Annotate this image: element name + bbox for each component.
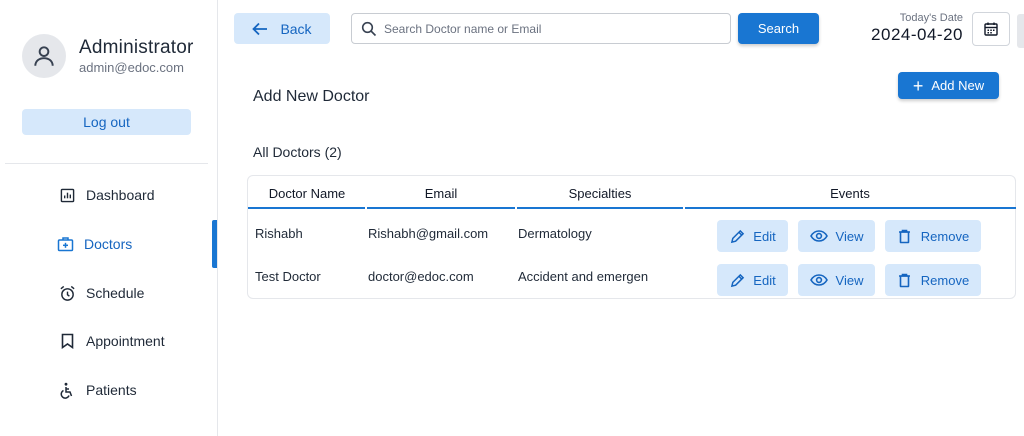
alarm-clock-icon <box>58 284 76 302</box>
sidebar-item-schedule[interactable]: Schedule <box>0 269 217 317</box>
sidebar-divider <box>5 163 208 164</box>
medical-bag-icon <box>56 235 74 253</box>
doctor-specialty: Dermatology <box>518 226 592 241</box>
bookmark-icon <box>58 332 76 350</box>
sidebar-item-doctors[interactable]: Doctors <box>0 220 217 268</box>
edge-shadow <box>1017 14 1024 48</box>
edit-button[interactable]: Edit <box>717 220 788 252</box>
doctor-email: doctor@edoc.com <box>368 269 474 284</box>
today-label: Today's Date <box>899 12 963 24</box>
sidebar-item-appointment[interactable]: Appointment <box>0 317 217 365</box>
doctor-email: Rishabh@gmail.com <box>368 226 489 241</box>
sidebar-item-label: Patients <box>86 382 137 398</box>
search-box <box>351 13 731 44</box>
column-header-specialties: Specialties <box>568 186 632 201</box>
header-underline <box>248 207 365 209</box>
admin-email: admin@edoc.com <box>79 60 184 75</box>
calendar-button[interactable] <box>972 12 1010 46</box>
search-icon <box>361 21 377 36</box>
edit-button[interactable]: Edit <box>717 264 788 296</box>
back-label: Back <box>280 20 312 37</box>
header-underline <box>367 207 515 209</box>
remove-label: Remove <box>920 228 970 244</box>
view-label: View <box>835 272 864 288</box>
dashboard-icon <box>58 186 76 204</box>
remove-label: Remove <box>920 272 970 288</box>
back-button[interactable]: Back <box>234 13 330 44</box>
edit-label: Edit <box>753 228 776 244</box>
profile: Administrator admin@edoc.com <box>22 34 194 78</box>
doctors-table: Doctor Name Email Specialties Events Ris… <box>247 175 1016 299</box>
pencil-icon <box>729 228 745 244</box>
add-new-label: Add New <box>931 78 985 93</box>
add-new-button[interactable]: + Add New <box>898 72 999 99</box>
pencil-icon <box>729 272 745 288</box>
logout-button[interactable]: Log out <box>22 109 191 135</box>
column-header-events: Events <box>830 186 870 201</box>
view-button[interactable]: View <box>798 264 875 296</box>
doctor-name: Rishabh <box>255 226 303 241</box>
admin-name: Administrator <box>79 37 194 58</box>
search-input[interactable] <box>384 21 714 36</box>
eye-icon <box>809 228 828 244</box>
header-underline <box>517 207 683 209</box>
avatar <box>22 34 66 78</box>
view-label: View <box>835 228 864 244</box>
doctor-specialty: Accident and emergen <box>518 269 649 284</box>
trash-icon <box>897 228 913 244</box>
page-title: Add New Doctor <box>253 88 370 105</box>
header-underline <box>685 207 1016 209</box>
today-date: 2024-04-20 <box>871 25 963 44</box>
user-icon <box>34 46 54 66</box>
sidebar-item-label: Schedule <box>86 285 145 301</box>
doctor-name: Test Doctor <box>255 269 321 284</box>
sidebar-item-label: Doctors <box>84 236 133 252</box>
sidebar-item-patients[interactable]: Patients <box>0 366 217 414</box>
column-header-email: Email <box>424 186 458 201</box>
section-title: All Doctors (2) <box>253 144 342 160</box>
edit-label: Edit <box>753 272 776 288</box>
sidebar: Administrator admin@edoc.com Log out Das… <box>0 0 218 436</box>
search-button[interactable]: Search <box>738 13 819 44</box>
remove-button[interactable]: Remove <box>885 220 981 252</box>
column-header-name: Doctor Name <box>268 186 346 201</box>
remove-button[interactable]: Remove <box>885 264 981 296</box>
sidebar-item-label: Appointment <box>86 333 165 349</box>
eye-icon <box>809 272 828 288</box>
active-indicator <box>212 220 217 268</box>
plus-icon: + <box>912 75 924 96</box>
calendar-icon <box>984 22 998 36</box>
sidebar-item-label: Dashboard <box>86 187 155 203</box>
arrow-left-icon <box>252 22 268 35</box>
trash-icon <box>897 272 913 288</box>
wheelchair-icon <box>58 381 76 399</box>
sidebar-item-dashboard[interactable]: Dashboard <box>0 171 217 219</box>
view-button[interactable]: View <box>798 220 875 252</box>
